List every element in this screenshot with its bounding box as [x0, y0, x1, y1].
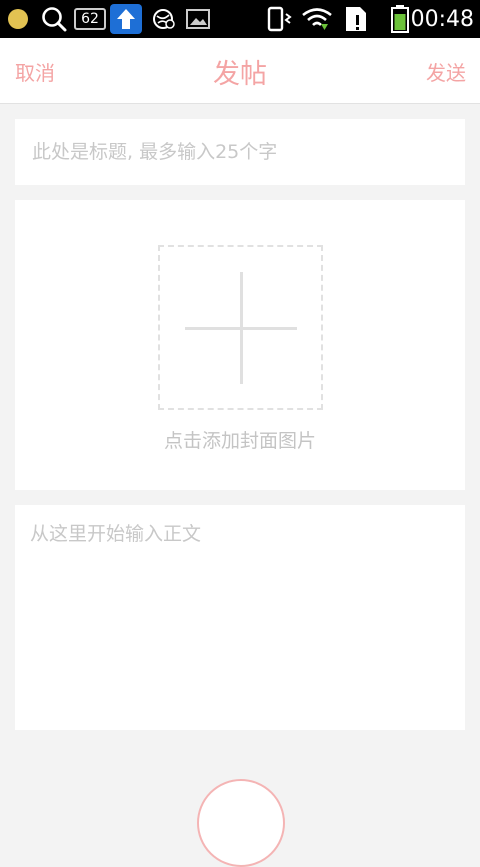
image-icon — [186, 0, 210, 38]
battery-icon — [391, 0, 409, 38]
status-bar: 62 00:48 — [0, 0, 480, 38]
status-time: 00:48 — [410, 6, 474, 32]
message-count: 62 — [74, 8, 106, 30]
title-input[interactable] — [15, 119, 465, 185]
add-cover-button[interactable] — [158, 245, 323, 410]
sim-alert-icon — [344, 0, 368, 38]
search-icon — [40, 0, 68, 38]
body-input[interactable] — [15, 505, 465, 730]
cover-card: 点击添加封面图片 — [15, 200, 465, 490]
nav-bar: 取消 发帖 发送 — [0, 38, 480, 104]
page-title: 发帖 — [213, 58, 267, 90]
upload-arrow-icon — [110, 0, 142, 38]
title-card — [15, 119, 465, 185]
notification-dot-icon — [7, 0, 29, 38]
message-count-icon: 62 — [74, 0, 106, 38]
send-button[interactable]: 发送 — [426, 38, 466, 104]
vibrate-icon — [266, 0, 294, 38]
body-card — [15, 505, 465, 730]
cover-label[interactable]: 点击添加封面图片 — [15, 426, 465, 453]
web-icon — [152, 0, 176, 38]
bottom-action-button[interactable] — [197, 779, 285, 867]
wifi-icon — [301, 0, 333, 38]
